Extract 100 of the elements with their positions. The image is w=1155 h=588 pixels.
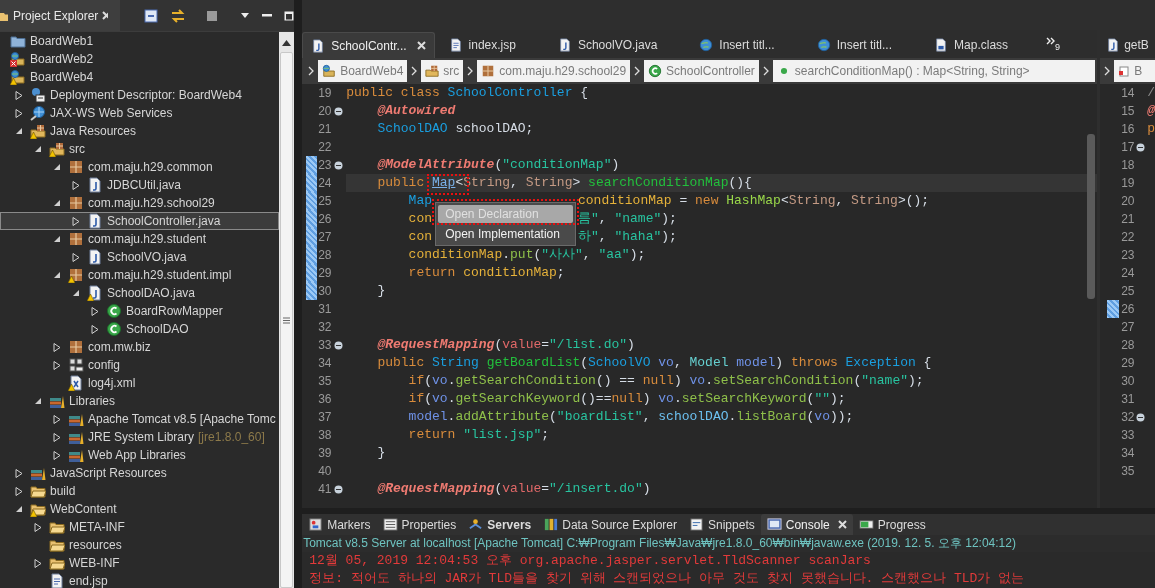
expand-arrow-icon[interactable] [34,522,42,532]
breadcrumb-item[interactable]: src [421,60,464,82]
collapse-arrow-icon[interactable] [53,271,61,279]
collapse-arrow-icon[interactable] [15,505,23,513]
collapse-fold-icon[interactable] [334,484,344,494]
tree-item[interactable]: WebContent [0,500,279,518]
expand-arrow-icon[interactable] [53,414,61,424]
expand-arrow-icon[interactable] [53,450,61,460]
expand-arrow-icon[interactable] [72,180,80,190]
chevron-icon[interactable] [634,66,641,76]
editor-tab[interactable]: Insert titl... [808,32,921,58]
tree-item[interactable]: com.mw.biz [0,338,279,356]
view-tab[interactable]: Project Explorer [0,0,120,31]
collapse-fold-icon[interactable] [334,340,344,350]
view-tab[interactable]: Servers [462,514,538,535]
view-tab[interactable]: Snippets [683,514,761,535]
collapse-fold-icon[interactable] [1136,412,1146,422]
tree-item[interactable]: JAX-WS Web Services [0,104,279,122]
tree-item[interactable]: Apache Tomcat v8.5 [Apache Tomc [0,410,279,428]
view-tab[interactable]: Markers [302,514,377,535]
close-icon[interactable] [102,11,108,20]
breadcrumb-item[interactable]: B [1114,60,1155,82]
chevron-icon[interactable] [308,66,315,76]
editor-tab[interactable]: Map.class [926,32,1037,58]
editor-tab[interactable]: SchoolVO.java [549,32,686,58]
tree-item[interactable]: BoardRowMapper [0,302,279,320]
tree-item[interactable]: Deployment Descriptor: BoardWeb4 [0,86,279,104]
expand-arrow-icon[interactable] [34,558,42,568]
tree-item[interactable]: com.maju.h29.student [0,230,279,248]
tree-item[interactable]: BoardWeb1 [0,32,279,50]
collapse-all-icon[interactable] [144,7,158,24]
tree-item[interactable]: Web App Libraries [0,446,279,464]
view-tab[interactable]: Data Source Explorer [537,514,683,535]
collapse-arrow-icon[interactable] [34,145,42,153]
tree-item[interactable]: BoardWeb2 [0,50,279,68]
breadcrumb-item[interactable]: searchConditionMap() : Map<String, String> [772,60,1096,82]
expand-arrow-icon[interactable] [53,360,61,370]
tree-item[interactable]: JDBCUtil.java [0,176,279,194]
chevron-icon[interactable] [467,66,474,76]
menu-item[interactable]: Open Implementation [438,225,574,243]
minimize-icon[interactable] [262,14,272,17]
tree-item[interactable]: src [0,140,279,158]
view-menu-icon[interactable] [240,12,250,19]
tree-item[interactable]: config [0,356,279,374]
tree-item[interactable]: com.maju.h29.student.impl [0,266,279,284]
sync-arrows-icon[interactable] [170,7,186,24]
breadcrumb-item[interactable]: SchoolController [644,60,759,82]
tree-item[interactable]: META-INF [0,518,279,536]
expand-arrow-icon[interactable] [15,486,23,496]
scrollbar-thumb[interactable] [280,52,293,588]
tree-item[interactable]: log4j.xml [0,374,279,392]
collapse-fold-icon[interactable] [334,106,344,116]
collapse-arrow-icon[interactable] [53,163,61,171]
collapse-arrow-icon[interactable] [34,397,42,405]
expand-arrow-icon[interactable] [15,108,23,118]
tree-item[interactable]: com.maju.h29.common [0,158,279,176]
expand-arrow-icon[interactable] [53,342,61,352]
tree-item[interactable]: JRE System Library [jre1.8.0_60] [0,428,279,446]
tree-item[interactable]: Libraries [0,392,279,410]
breadcrumb-item[interactable]: BoardWeb4 [318,60,408,82]
scrollbar[interactable] [279,32,294,588]
view-tab[interactable]: Console [760,514,853,535]
collapse-fold-icon[interactable] [334,160,344,170]
tree-item[interactable]: Java Resources [0,122,279,140]
tree-item[interactable]: end.jsp [0,572,279,588]
collapse-fold-icon[interactable] [1136,142,1146,152]
close-icon[interactable] [416,41,426,50]
tree-item[interactable]: BoardWeb4 [0,68,279,86]
tree-item[interactable]: WEB-INF [0,554,279,572]
scrollbar-thumb[interactable] [1087,134,1096,299]
expand-arrow-icon[interactable] [72,216,80,226]
expand-arrow-icon[interactable] [72,252,80,262]
editor-tab[interactable]: index.jsp [440,32,544,58]
close-icon[interactable] [837,520,847,529]
tree-item[interactable]: resources [0,536,279,554]
tree-item[interactable]: SchoolVO.java [0,248,279,266]
chevron-icon[interactable] [762,66,769,76]
chevron-icon[interactable] [411,66,418,76]
expand-arrow-icon[interactable] [53,432,61,442]
view-tab[interactable]: Progress [852,514,932,535]
editor-tab[interactable]: Insert titl... [691,32,803,58]
tree-item[interactable]: build [0,482,279,500]
scroll-up-icon[interactable] [282,40,291,46]
tree-item[interactable]: SchoolDAO.java [0,284,279,302]
view-tab[interactable]: Properties [376,514,463,535]
expand-arrow-icon[interactable] [15,90,23,100]
collapse-arrow-icon[interactable] [53,235,61,243]
overflow-tabs-button[interactable]: 9 [1042,32,1065,58]
tree-item[interactable]: SchoolController.java [0,212,279,230]
collapse-arrow-icon[interactable] [15,127,23,135]
collapse-arrow-icon[interactable] [53,199,61,207]
expand-arrow-icon[interactable] [15,468,23,478]
breadcrumb-item[interactable]: com.maju.h29.school29 [477,60,631,82]
tree-item[interactable]: SchoolDAO [0,320,279,338]
collapse-arrow-icon[interactable] [72,289,80,297]
editor-tab[interactable]: SchoolContr... [302,32,435,58]
maximize-icon[interactable] [284,10,294,21]
expand-arrow-icon[interactable] [91,324,99,334]
expand-arrow-icon[interactable] [91,306,99,316]
chevron-icon[interactable] [1104,66,1111,76]
